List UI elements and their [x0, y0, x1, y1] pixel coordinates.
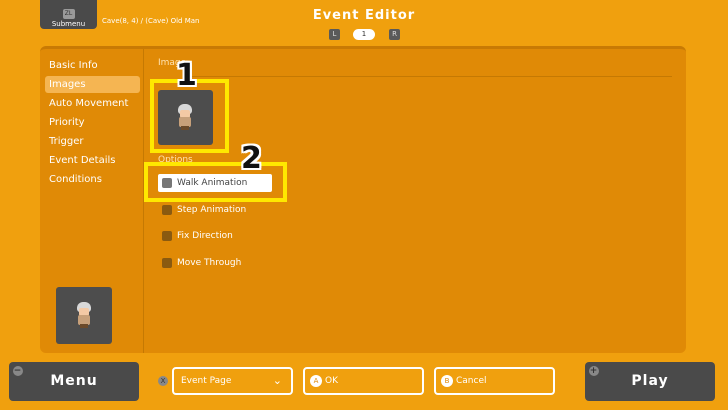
ok-button[interactable]: A OK [303, 367, 424, 395]
menu-button[interactable]: − Menu [9, 362, 139, 401]
checkbox[interactable] [162, 231, 172, 241]
checkbox[interactable] [162, 258, 172, 268]
sidebar-item-conditions[interactable]: Conditions [45, 171, 140, 188]
menu-label: Menu [50, 373, 98, 389]
old-man-sprite-icon [75, 302, 93, 328]
editor-panel: Basic Info Images Auto Movement Priority… [40, 46, 686, 353]
prev-page-button[interactable]: L [329, 29, 340, 40]
x-key-icon: X [158, 376, 168, 386]
event-page-dropdown[interactable]: Event Page ⌄ [172, 367, 293, 395]
ok-label: OK [325, 376, 338, 386]
section-divider [188, 76, 672, 77]
sidebar-item-priority[interactable]: Priority [45, 114, 140, 131]
option-step-animation[interactable]: Step Animation [158, 201, 272, 219]
next-page-button[interactable]: R [389, 29, 400, 40]
option-move-through[interactable]: Move Through [158, 254, 272, 272]
page-number: 1 [353, 29, 375, 40]
checkbox[interactable] [162, 205, 172, 215]
b-key-icon: B [441, 374, 453, 387]
chevron-down-icon: ⌄ [272, 374, 282, 387]
sidebar: Basic Info Images Auto Movement Priority… [40, 49, 144, 353]
callout-number-1: 1 [176, 58, 197, 93]
sidebar-item-basic-info[interactable]: Basic Info [45, 57, 140, 74]
plus-icon: + [589, 366, 599, 376]
event-page-label: Event Page [181, 376, 232, 386]
option-label: Step Animation [177, 205, 247, 215]
page-pager: L 1 R [0, 29, 728, 41]
option-label: Move Through [177, 258, 242, 268]
callout-number-2: 2 [241, 141, 262, 176]
sidebar-item-trigger[interactable]: Trigger [45, 133, 140, 150]
sidebar-item-images[interactable]: Images [45, 76, 140, 93]
cancel-button[interactable]: B Cancel [434, 367, 555, 395]
a-key-icon: A [310, 374, 322, 387]
option-fix-direction[interactable]: Fix Direction [158, 227, 272, 245]
character-preview [56, 287, 112, 344]
minus-icon: − [13, 366, 23, 376]
sidebar-item-auto-movement[interactable]: Auto Movement [45, 95, 140, 112]
play-button[interactable]: + Play [585, 362, 715, 401]
option-label: Fix Direction [177, 231, 233, 241]
highlight-box-walk-animation [144, 162, 287, 202]
cancel-label: Cancel [456, 376, 487, 386]
sidebar-item-event-details[interactable]: Event Details [45, 152, 140, 169]
page-title: Event Editor [312, 8, 416, 23]
play-label: Play [631, 373, 669, 389]
